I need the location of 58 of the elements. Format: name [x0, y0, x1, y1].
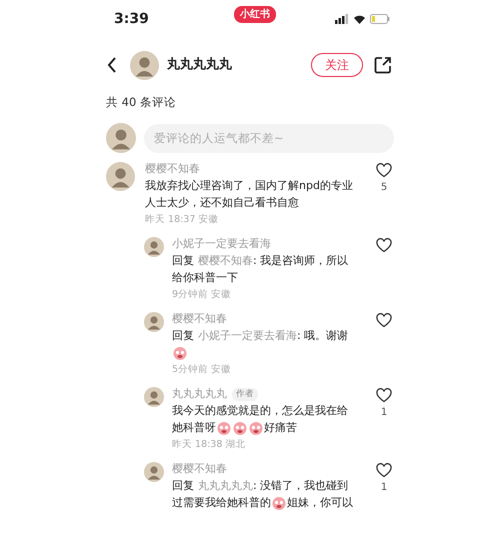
commenter-name: 小妮子一定要去看海: [172, 236, 271, 252]
comment-text: 我今天的感觉就是的，怎么是我在给: [172, 403, 348, 420]
mention-name: 丸丸丸丸丸: [198, 478, 253, 494]
comment-text: 姐妹，你可以: [287, 495, 353, 512]
commenter-name: 樱樱不知春: [172, 311, 227, 328]
heart-icon[interactable]: [376, 463, 392, 478]
comment-meta: 9分钟前 安徽: [172, 288, 232, 302]
emoji-icon: [249, 420, 263, 435]
commenter-name: 樱樱不知春: [145, 161, 200, 178]
back-icon[interactable]: [106, 56, 118, 74]
like-count: 1: [380, 482, 388, 494]
follow-button[interactable]: 关注: [311, 53, 363, 77]
comment-text: 给你科普一下: [172, 270, 238, 286]
commenter-name: 丸丸丸丸丸: [172, 386, 227, 402]
avatar: [144, 462, 164, 482]
comment-meta: 昨天 18:38 湖北: [172, 438, 246, 452]
avatar: [144, 237, 164, 258]
mention-name: 小妮子一定要去看海: [198, 328, 297, 344]
comment-text: : 我是咨询师，所以: [253, 253, 348, 270]
comment-text: 好痛苦: [264, 420, 297, 436]
share-icon[interactable]: [374, 56, 392, 74]
commenter-name: 樱樱不知春: [172, 461, 227, 478]
app-badge: 小红书: [234, 6, 276, 23]
heart-icon[interactable]: [376, 163, 392, 178]
battery-icon: [370, 14, 390, 24]
wifi-icon: [353, 14, 366, 24]
avatar: [106, 123, 136, 154]
heart-icon[interactable]: [376, 388, 392, 404]
heart-icon[interactable]: [376, 313, 392, 328]
comment-count: 共 40 条评论: [106, 94, 177, 111]
comment-meta: 5分钟前 安徽: [172, 363, 232, 378]
emoji-icon: [217, 420, 231, 435]
comment-text: 过需要我给她科普的: [172, 495, 271, 512]
emoji-icon: [233, 420, 247, 435]
like-count: 1: [380, 407, 388, 420]
author-name: 丸丸丸丸丸: [167, 56, 232, 74]
heart-icon[interactable]: [376, 238, 392, 254]
signal-icon: [335, 14, 349, 24]
author-tag: 作者: [232, 388, 258, 401]
comment-text: 我放弃找心理咨询了，国内了解npd的专业: [145, 178, 353, 194]
mention-name: 樱樱不知春: [198, 253, 253, 270]
avatar: [144, 312, 164, 332]
comment-text: 人士太少，还不如自己看书自愈: [145, 195, 299, 212]
comment-text: : 没错了，我也碰到: [253, 478, 348, 494]
comment-text: : 哦。谢谢: [297, 328, 348, 344]
like-count: 5: [380, 182, 388, 194]
emoji-icon: [173, 346, 187, 360]
avatar: [106, 162, 135, 192]
comment-meta: 昨天 18:37 安徽: [145, 213, 220, 228]
comment-input[interactable]: 爱评论的人运气都不差~: [144, 124, 394, 153]
emoji-icon: [272, 496, 286, 510]
reply-label: 回复: [172, 328, 194, 344]
avatar: [144, 387, 164, 408]
status-time: 3:39: [114, 10, 149, 28]
reply-label: 回复: [172, 253, 194, 270]
comment-text: 她科普呀: [172, 420, 216, 436]
avatar: [130, 50, 159, 80]
reply-label: 回复: [172, 478, 194, 494]
